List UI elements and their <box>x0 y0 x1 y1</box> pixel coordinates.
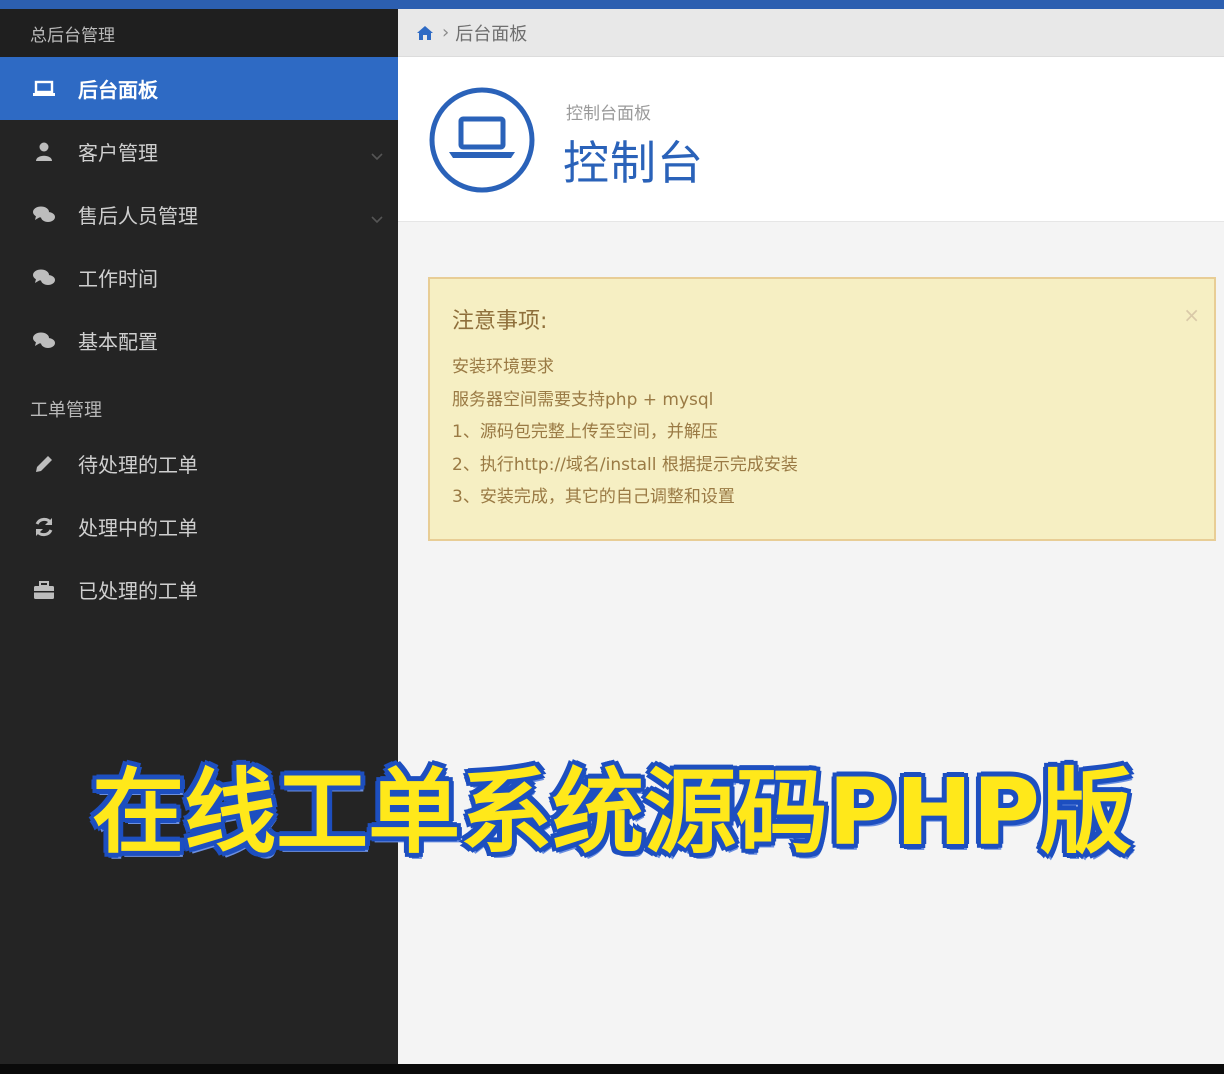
sidebar-item-basic-config[interactable]: 基本配置 <box>0 309 398 372</box>
pencil-icon <box>0 452 78 476</box>
sidebar-item-label: 待处理的工单 <box>78 453 198 477</box>
top-accent-bar <box>0 0 1224 9</box>
notice-line: 2、执行http://域名/install 根据提示完成安装 <box>452 454 798 475</box>
breadcrumb: › 后台面板 <box>398 9 1224 57</box>
laptop-icon <box>0 77 78 101</box>
comments-icon <box>0 329 78 353</box>
sidebar-item-pending-tickets[interactable]: 待处理的工单 <box>0 432 398 495</box>
notice-line: 1、源码包完整上传至空间，并解压 <box>452 422 718 442</box>
close-icon[interactable]: × <box>1183 303 1200 327</box>
sidebar-item-support-staff[interactable]: 售后人员管理 <box>0 183 398 246</box>
sidebar-item-done-tickets[interactable]: 已处理的工单 <box>0 558 398 621</box>
chevron-down-icon <box>370 144 384 161</box>
sidebar-item-label: 基本配置 <box>78 330 158 354</box>
user-icon <box>0 140 78 164</box>
chevron-down-icon <box>370 207 384 224</box>
sidebar-item-label: 售后人员管理 <box>78 204 198 228</box>
sidebar-item-label: 工作时间 <box>78 267 158 291</box>
app-window: 总后台管理 后台面板 客户管理 售后人员管理 工作时间 基本配置 工单管理 待处… <box>0 0 1224 1064</box>
sidebar-item-dashboard[interactable]: 后台面板 <box>0 57 398 120</box>
comments-icon <box>0 203 78 227</box>
bottom-strip <box>0 1064 1224 1074</box>
notice-line: 3、安装完成，其它的自己调整和设置 <box>452 487 735 507</box>
sidebar-item-label: 已处理的工单 <box>78 579 198 603</box>
laptop-icon <box>429 87 535 193</box>
sidebar-section-label: 工单管理 <box>30 400 102 421</box>
sidebar-item-processing-tickets[interactable]: 处理中的工单 <box>0 495 398 558</box>
comments-icon <box>0 266 78 290</box>
sidebar-item-label: 处理中的工单 <box>78 516 198 540</box>
refresh-icon <box>0 515 78 539</box>
sidebar-item-label: 客户管理 <box>78 141 158 165</box>
page-header: 控制台面板 控制台 <box>398 57 1224 222</box>
page-title: 控制台 <box>563 136 704 190</box>
sidebar-item-work-hours[interactable]: 工作时间 <box>0 246 398 309</box>
breadcrumb-separator-icon: › <box>442 22 450 43</box>
notice-line: 服务器空间需要支持php + mysql <box>452 389 714 410</box>
notice-line: 安装环境要求 <box>452 357 554 377</box>
breadcrumb-current[interactable]: 后台面板 <box>455 20 527 46</box>
sidebar: 总后台管理 后台面板 客户管理 售后人员管理 工作时间 基本配置 工单管理 待处… <box>0 9 398 1064</box>
sidebar-item-customers[interactable]: 客户管理 <box>0 120 398 183</box>
sidebar-header: 总后台管理 <box>0 9 398 57</box>
sidebar-item-label: 后台面板 <box>78 78 158 102</box>
page-subtitle: 控制台面板 <box>566 104 651 124</box>
briefcase-icon <box>0 578 78 602</box>
main-content: › 后台面板 控制台面板 控制台 × 注意事项: 安装环境要求 服务器空间需要支… <box>398 9 1224 1064</box>
video-caption: 在线工单系统源码PHP版 <box>92 759 1132 866</box>
notice-alert: × 注意事项: 安装环境要求 服务器空间需要支持php + mysql 1、源码… <box>428 277 1216 541</box>
notice-title: 注意事项: <box>452 309 548 334</box>
home-icon[interactable] <box>416 24 434 42</box>
